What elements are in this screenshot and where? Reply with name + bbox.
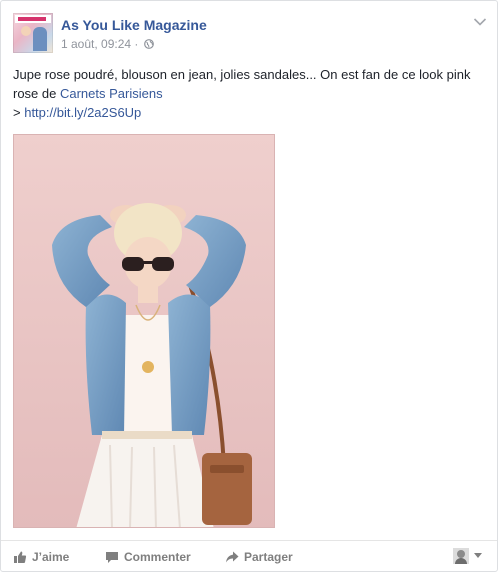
share-button[interactable]: Partager — [225, 550, 293, 564]
share-arrow-icon — [226, 551, 239, 563]
page-avatar[interactable] — [13, 13, 53, 53]
post-meta: 1 août, 09:24 · — [61, 37, 154, 51]
user-avatar — [453, 548, 469, 564]
post-card: As You Like Magazine 1 août, 09:24 · Jup… — [0, 0, 498, 572]
post-actions-bar: J’aime Commenter Partager — [1, 540, 497, 572]
meta-separator: · — [131, 37, 142, 51]
post-timestamp[interactable]: 1 août, 09:24 — [61, 37, 131, 51]
mention-link[interactable]: Carnets Parisiens — [60, 86, 163, 101]
link-prefix: > — [13, 105, 25, 120]
post-header: As You Like Magazine 1 août, 09:24 · — [13, 13, 487, 55]
comment-label: Commenter — [124, 550, 191, 564]
like-button[interactable]: J’aime — [13, 550, 69, 564]
page-name-link[interactable]: As You Like Magazine — [61, 17, 207, 33]
cover-figure — [33, 27, 47, 51]
magazine-logo — [15, 15, 51, 23]
like-label: J’aime — [32, 550, 70, 564]
chevron-down-icon[interactable] — [473, 17, 487, 27]
globe-icon — [143, 39, 154, 49]
profile-switcher[interactable] — [453, 547, 485, 567]
post-url-link[interactable]: http://bit.ly/2a2S6Up — [24, 105, 141, 120]
woman-denim-jacket-photo — [14, 135, 274, 527]
post-message: Jupe rose poudré, blouson en jean, jolie… — [13, 65, 485, 122]
caret-down-icon — [474, 553, 482, 558]
post-photo[interactable] — [13, 134, 275, 528]
comment-button[interactable]: Commenter — [105, 550, 191, 564]
cover-face — [21, 26, 31, 36]
speech-bubble-icon — [106, 552, 118, 563]
thumbs-up-icon — [14, 551, 27, 563]
share-label: Partager — [244, 550, 293, 564]
